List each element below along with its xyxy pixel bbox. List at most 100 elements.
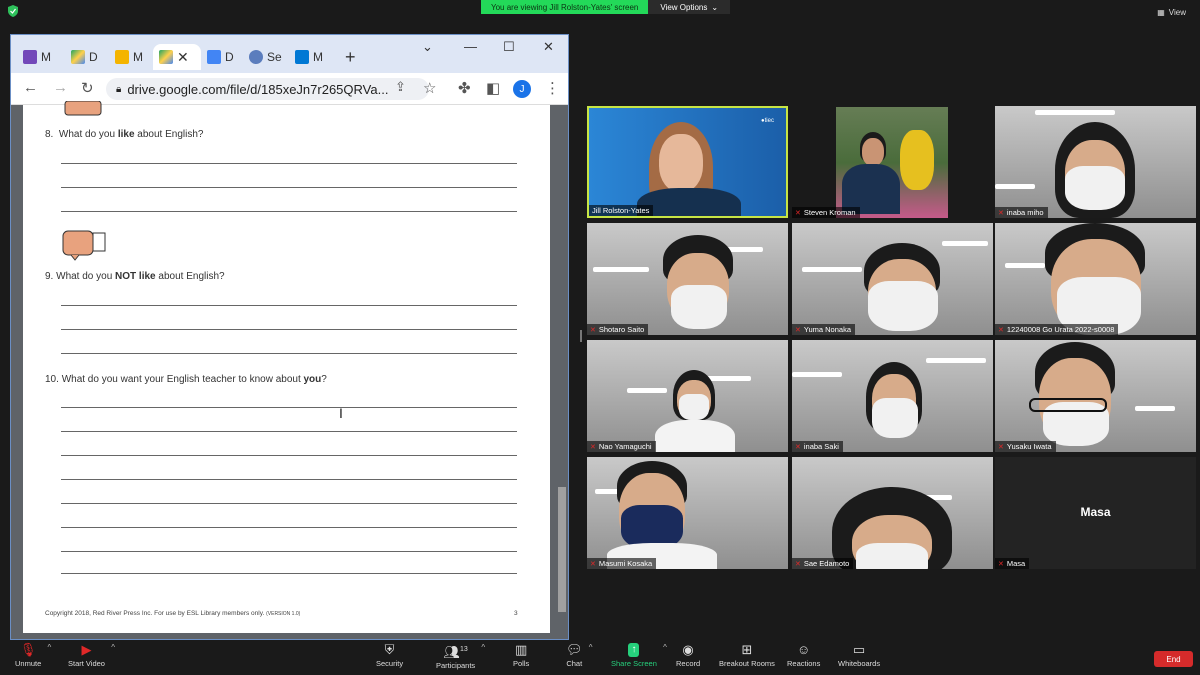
shield-icon: ⛨ xyxy=(384,642,395,657)
video-tile-student[interactable]: ✕ Yuma Nonaka xyxy=(792,223,993,335)
participant-name: ✕ inaba miho xyxy=(995,207,1048,218)
browser-tab[interactable]: D xyxy=(207,44,234,70)
breakout-rooms-icon: ⊞ xyxy=(741,642,753,657)
record-button[interactable]: ◉ Record xyxy=(676,642,700,669)
video-tile-steven[interactable]: ✕ Steven Kroman xyxy=(792,106,993,218)
side-panel-icon[interactable]: ◧ xyxy=(486,79,500,97)
close-tab-icon[interactable]: ✕ xyxy=(177,49,189,66)
muted-mic-icon: ✕ xyxy=(998,560,1004,568)
more-menu-icon[interactable]: ⋮ xyxy=(545,79,560,97)
ceiling-light xyxy=(926,358,986,363)
page-number: 3 xyxy=(514,610,518,617)
browser-tab[interactable]: M xyxy=(23,44,51,70)
video-tile-student[interactable]: ✕ Masumi Kosaka xyxy=(587,457,788,569)
unmute-button[interactable]: 🎙︎ Unmute ^ xyxy=(15,642,51,669)
share-icon[interactable]: ⇪ xyxy=(395,79,406,95)
security-button[interactable]: ⛨ Security xyxy=(376,642,403,669)
docs-icon xyxy=(207,50,221,64)
extensions-puzzle-icon[interactable]: ✤ xyxy=(458,79,471,97)
muted-mic-icon: ✕ xyxy=(998,443,1004,451)
chevron-up-icon[interactable]: ^ xyxy=(663,643,667,652)
ceiling-light xyxy=(1135,406,1175,411)
video-tile-student[interactable]: ✕ inaba Saki xyxy=(792,340,993,452)
browser-tab[interactable]: M xyxy=(295,44,323,70)
chevron-up-icon[interactable]: ^ xyxy=(589,643,593,652)
face-mask xyxy=(679,394,709,420)
lock-icon: 🔒︎ xyxy=(116,83,122,95)
ceiling-light xyxy=(707,376,751,381)
ceiling-light xyxy=(942,241,988,246)
bookmark-star-icon[interactable]: ☆ xyxy=(423,79,436,97)
back-arrow-icon[interactable]: ← xyxy=(23,79,38,96)
video-tile-jill[interactable]: ●tiec Jill Rolston-Yates xyxy=(587,106,788,218)
scrollbar-thumb[interactable] xyxy=(558,487,566,612)
tiec-logo: ●tiec xyxy=(761,118,774,124)
drive-icon xyxy=(159,50,173,64)
browser-tab[interactable]: Se xyxy=(249,44,282,70)
chat-button[interactable]: 💬︎ Chat ^ xyxy=(566,643,593,669)
video-tile-masa[interactable]: Masa ✕ Masa xyxy=(995,457,1196,569)
participant-name: Jill Rolston-Yates xyxy=(589,205,654,216)
participants-button[interactable]: 👥︎13 Participants ^ xyxy=(436,643,485,670)
slides-icon xyxy=(115,50,129,64)
browser-tab[interactable]: D xyxy=(71,44,98,70)
face-mask xyxy=(868,281,938,331)
start-video-button[interactable]: ▶︎ Start Video ^ xyxy=(68,643,115,669)
chevron-down-icon: ⌄ xyxy=(711,2,719,12)
reload-icon[interactable]: ↻ xyxy=(81,79,94,97)
answer-line xyxy=(61,551,517,552)
address-bar[interactable]: 🔒︎ drive.google.com/file/d/185xeJn7r265Q… xyxy=(106,78,429,100)
drive-icon xyxy=(71,50,85,64)
muted-mic-icon: ✕ xyxy=(590,443,596,451)
chevron-up-icon[interactable]: ^ xyxy=(111,643,115,652)
muted-microphone-icon: 🎙︎ xyxy=(19,642,37,657)
browser-tab-strip: M D M ✕ D Se M + ⌄ — ☐ ✕ xyxy=(11,35,568,73)
ceiling-light xyxy=(1035,110,1115,115)
whiteboards-button[interactable]: ▭ Whiteboards xyxy=(838,643,880,669)
minimize-icon[interactable]: — xyxy=(464,39,477,54)
video-tile-student[interactable]: ✕ Sae Edamoto xyxy=(792,457,993,569)
muted-mic-icon: ✕ xyxy=(998,326,1004,334)
muted-mic-icon: ✕ xyxy=(795,560,801,568)
participant-shirt xyxy=(655,420,735,452)
view-options-button[interactable]: View Options ⌄ xyxy=(648,0,731,14)
chevron-up-icon[interactable]: ^ xyxy=(48,643,52,652)
video-tile-student[interactable]: ✕ Yusaku Iwata xyxy=(995,340,1196,452)
browser-tab[interactable]: M xyxy=(115,44,143,70)
close-window-icon[interactable]: ✕ xyxy=(543,39,554,55)
new-tab-button[interactable]: + xyxy=(345,44,356,70)
participant-name: ✕ Yuma Nonaka xyxy=(792,324,855,335)
zoom-meeting-window: You are viewing Jill Rolston-Yates' scre… xyxy=(0,0,1200,675)
profile-avatar[interactable]: J xyxy=(513,80,531,98)
answer-line xyxy=(61,163,517,164)
reactions-button[interactable]: ☺ Reactions xyxy=(787,642,820,669)
video-tile-student[interactable]: ✕ Shotaro Saito xyxy=(587,223,788,335)
splitter-handle[interactable] xyxy=(580,330,582,342)
settings-icon xyxy=(249,50,263,64)
breakout-rooms-button[interactable]: ⊞ Breakout Rooms xyxy=(719,642,775,669)
url-text: drive.google.com/file/d/185xeJn7r265QRVa… xyxy=(127,81,389,97)
smiley-icon: ☺ xyxy=(797,642,811,657)
end-meeting-button[interactable]: End xyxy=(1154,651,1193,667)
video-tile-student[interactable]: ✕ inaba miho xyxy=(995,106,1196,218)
participant-name: ✕ Shotaro Saito xyxy=(587,324,649,335)
record-icon: ◉ xyxy=(682,642,694,657)
video-tile-student[interactable]: ✕ Nao Yamaguchi xyxy=(587,340,788,452)
pdf-viewer[interactable]: 8. What do you like about English? 9. Wh… xyxy=(11,101,568,639)
view-button[interactable]: ▦ View xyxy=(1157,8,1186,17)
maximize-icon[interactable]: ☐ xyxy=(503,39,515,55)
answer-line xyxy=(61,187,517,188)
participant-name: ✕ 12240008 Go Urata 2022-s0008 xyxy=(995,324,1119,335)
forward-arrow-icon[interactable]: → xyxy=(53,79,68,96)
browser-tab-active[interactable]: ✕ xyxy=(153,44,201,70)
muted-mic-icon: ✕ xyxy=(590,560,596,568)
answer-line xyxy=(61,431,517,432)
chevron-up-icon[interactable]: ^ xyxy=(481,643,485,652)
forms-icon xyxy=(23,50,37,64)
tab-search-chevron-icon[interactable]: ⌄ xyxy=(422,39,433,55)
polls-button[interactable]: ▥ Polls xyxy=(513,643,529,669)
video-tile-student[interactable]: ✕ 12240008 Go Urata 2022-s0008 xyxy=(995,223,1196,335)
ceiling-light xyxy=(1005,263,1045,268)
shared-browser-window: M D M ✕ D Se M + ⌄ — ☐ ✕ ← → ↻ 🔒︎ drive.… xyxy=(10,34,569,640)
share-screen-button[interactable]: ↑ Share Screen ^ xyxy=(611,643,667,668)
